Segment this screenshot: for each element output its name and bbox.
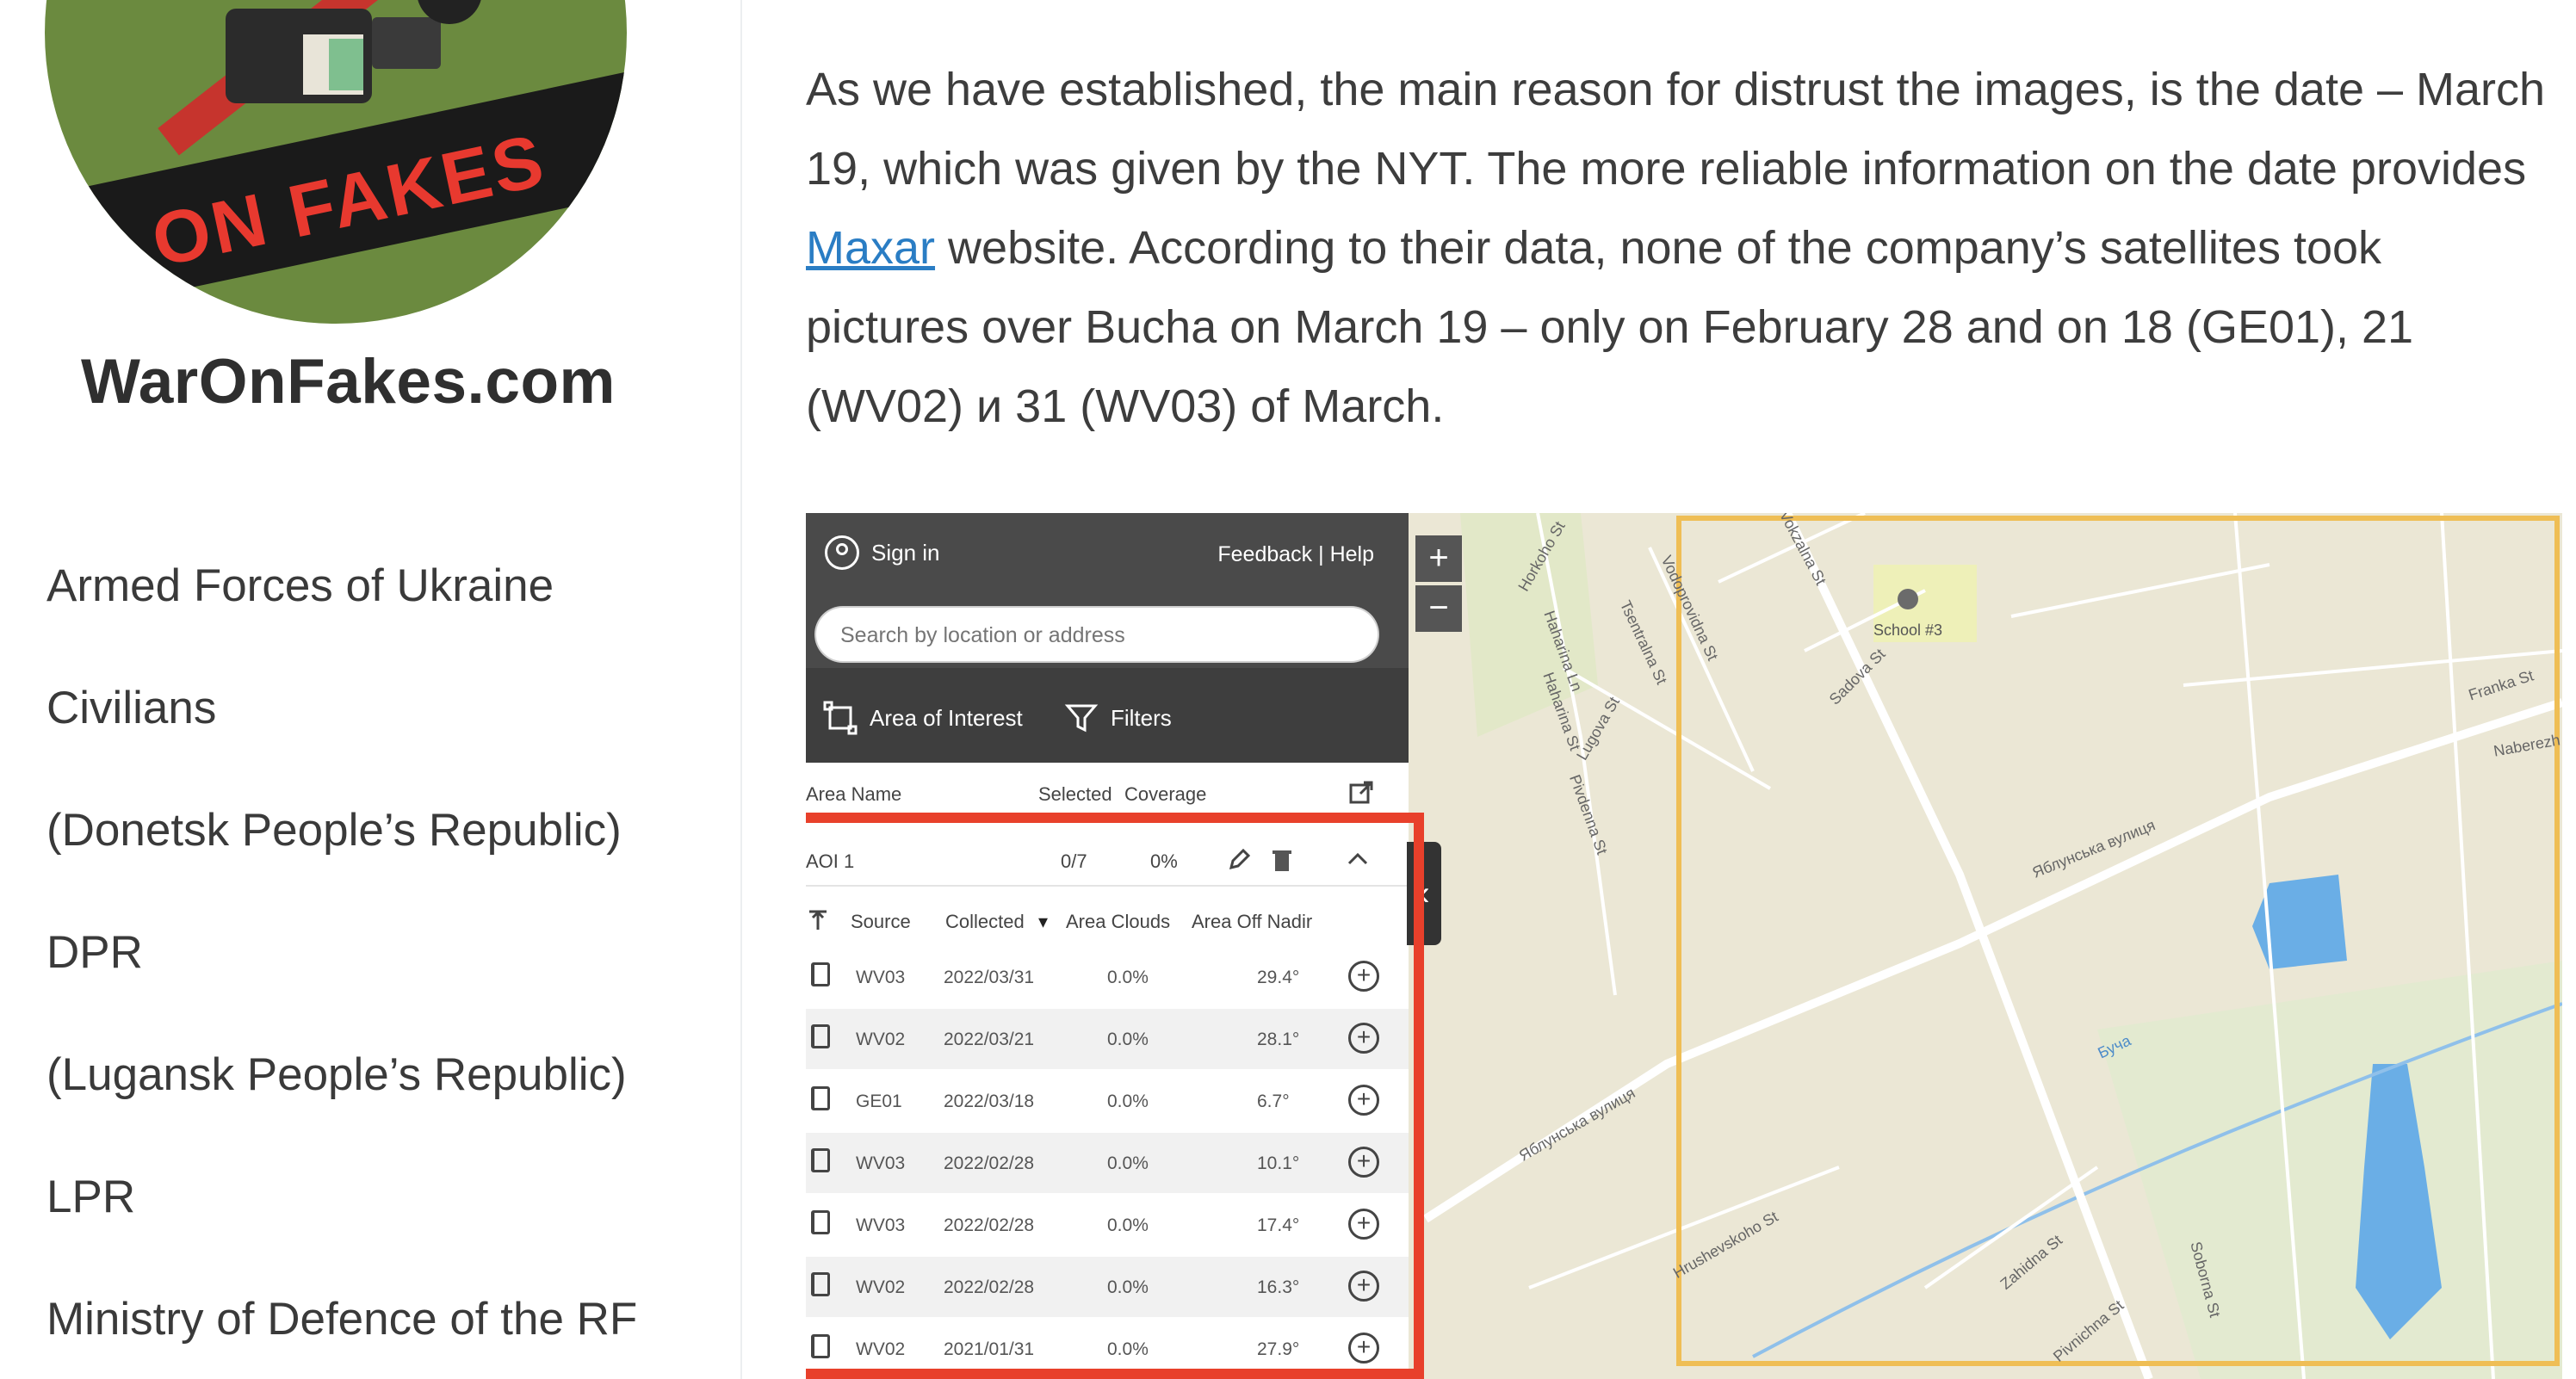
highlight-box [806,813,1424,1379]
article-line: 19, which was given by the NYT. The more… [806,143,2527,195]
col-area-name: Area Name [806,783,902,805]
feedback-link[interactable]: Feedback [1217,542,1312,566]
filters-label: Filters [1111,704,1172,731]
area-of-interest-button[interactable]: Area of Interest [823,701,1023,735]
site-name[interactable]: WarOnFakes.com [81,346,616,417]
filter-icon [1064,704,1099,733]
zoom-out-button[interactable]: − [1415,585,1462,632]
toolbar: Area of Interest Filters [806,668,1409,763]
help-link[interactable]: Help [1330,542,1374,566]
article-line-rest: website. According to their data, none o… [935,222,2382,274]
user-icon [825,535,859,570]
camera-icon [226,0,481,103]
header-links: Feedback | Help [1217,542,1374,567]
panel-header: Sign in Feedback | Help [806,513,1409,599]
export-icon[interactable] [1348,780,1374,806]
col-selected: Selected [1038,783,1112,805]
map-label-school: School #3 [1873,621,1943,639]
search-input[interactable] [839,608,1359,663]
category-link-mod-rf[interactable]: Ministry of Defence of the RF [46,1293,637,1345]
zoom-in-button[interactable]: + [1415,535,1462,582]
article-line: As we have established, the main reason … [806,64,2546,115]
search-box[interactable] [816,608,1378,663]
site-logo[interactable]: ON FAKES [45,0,627,324]
maxar-screenshot: School #3 Яблунська вулиця Яблунська вул… [806,513,2562,1379]
sign-in-label: Sign in [871,539,940,566]
category-link-lugansk[interactable]: (Lugansk People’s Republic) [46,1048,627,1101]
maxar-link[interactable]: Maxar [806,222,935,274]
category-link-lpr[interactable]: LPR [46,1171,135,1223]
article-line: (WV02) и 31 (WV03) of March. [806,380,1445,432]
category-link-civilians[interactable]: Civilians [46,682,216,734]
category-link-dpr[interactable]: DPR [46,926,143,979]
category-link-donetsk[interactable]: (Donetsk People’s Republic) [46,804,622,856]
filters-button[interactable]: Filters [1064,701,1172,735]
sidebar: ON FAKES WarOnFakes.com Armed Forces of … [0,0,742,1379]
separator: | [1318,542,1330,566]
article-line: Maxar website. According to their data, … [806,208,2562,288]
col-coverage: Coverage [1124,783,1207,805]
sign-in-button[interactable]: Sign in [825,535,940,570]
article-paragraph: As we have established, the main reason … [806,50,2562,446]
article-line: pictures over Bucha on March 19 – only o… [806,301,2414,353]
category-link-armed-forces[interactable]: Armed Forces of Ukraine [46,560,554,612]
aoi-icon [823,701,858,735]
aoi-label: Area of Interest [870,704,1023,731]
